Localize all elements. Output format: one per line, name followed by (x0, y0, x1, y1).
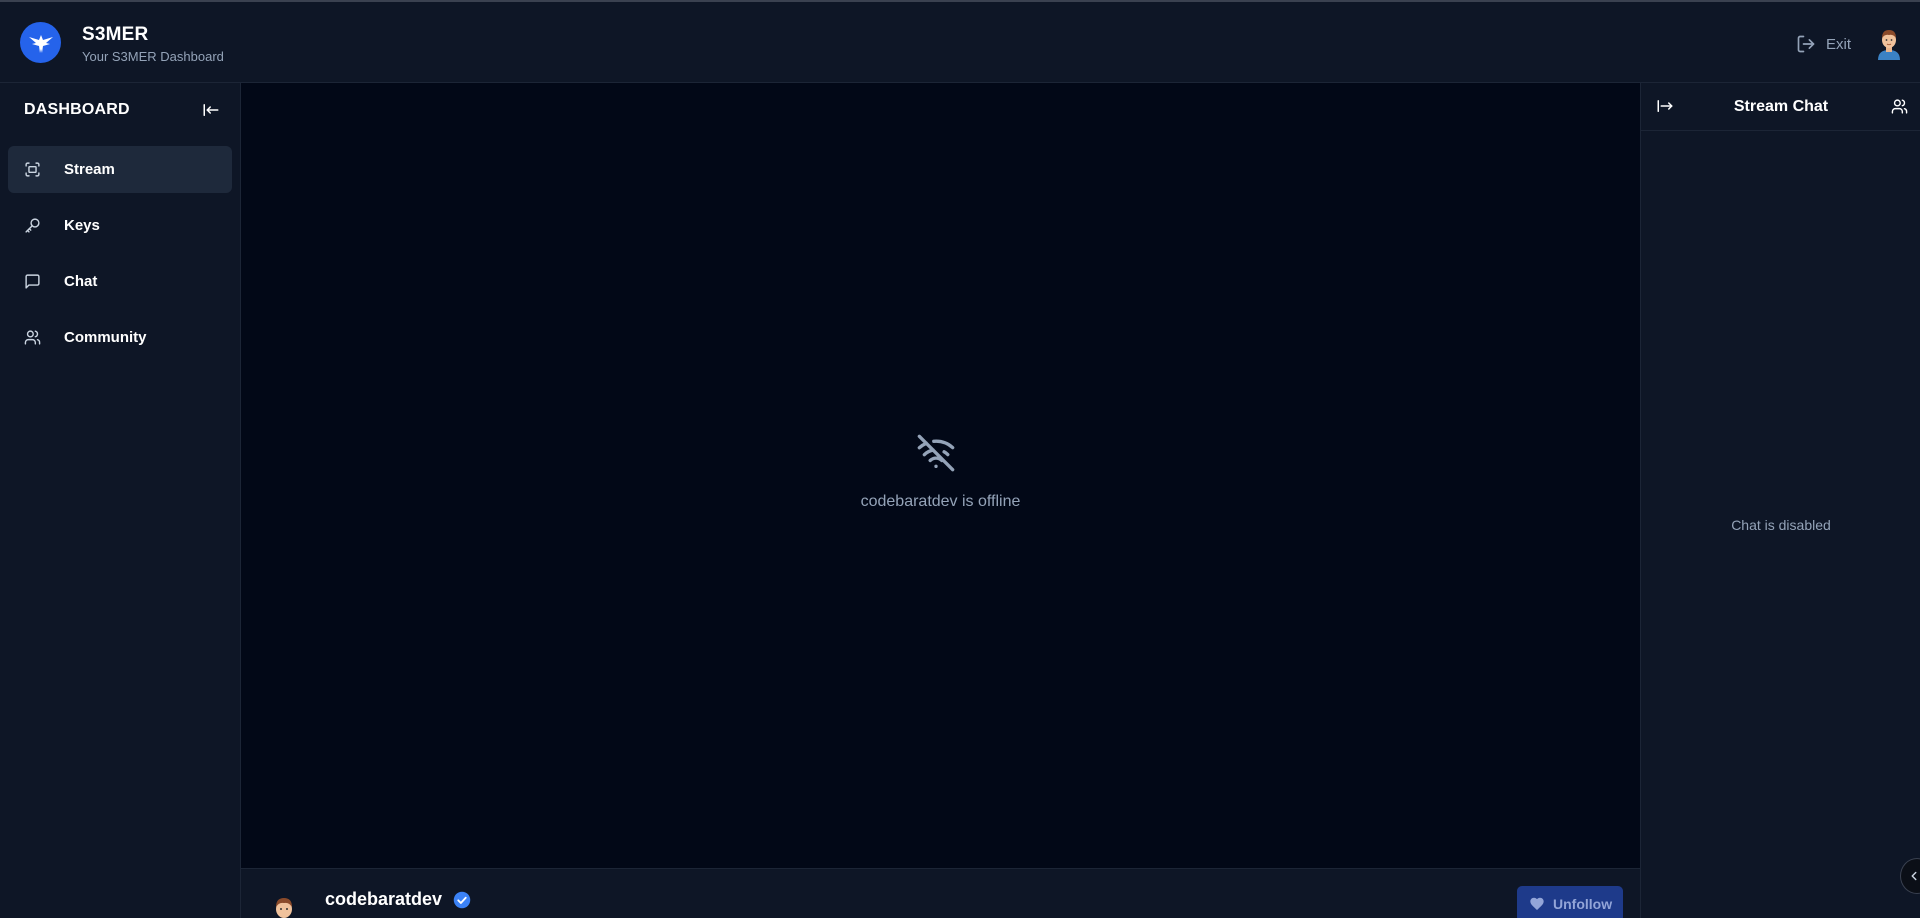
sidebar-item-keys[interactable]: Keys (8, 202, 232, 249)
community-button[interactable] (1891, 98, 1908, 115)
collapse-sidebar-button[interactable] (202, 101, 220, 119)
heart-icon (1530, 897, 1544, 910)
unfollow-button[interactable]: Unfollow (1517, 886, 1623, 918)
key-icon (25, 218, 40, 233)
top-navbar: S3MER Your S3MER Dashboard Exit (0, 2, 1920, 83)
sidebar-item-community[interactable]: Community (8, 314, 232, 361)
wifi-off-icon (917, 434, 955, 472)
sidebar-item-label: Community (64, 329, 147, 346)
users-icon (1891, 99, 1908, 114)
chevron-left-icon (1911, 871, 1917, 881)
stream-info-bar: codebaratdev Unfollow (241, 868, 1640, 918)
streamer-name[interactable]: codebaratdev (325, 889, 442, 910)
sidebar-heading: DASHBOARD (24, 101, 130, 118)
arrow-left-to-line-icon (203, 104, 219, 116)
user-avatar[interactable] (1874, 28, 1904, 60)
verified-badge-icon (453, 891, 471, 909)
scan-fullscreen-icon (25, 162, 40, 177)
sidebar-item-stream[interactable]: Stream (8, 146, 232, 193)
stream-player: codebaratdev is offline codebaratdev Unf… (241, 83, 1640, 918)
chat-status-text: Chat is disabled (1731, 517, 1831, 533)
log-out-icon (1797, 35, 1815, 53)
eagle-logo-icon[interactable] (20, 22, 61, 63)
exit-button[interactable]: Exit (1796, 32, 1851, 56)
streamer-avatar[interactable] (269, 895, 299, 918)
message-square-icon (25, 274, 40, 289)
stream-chat-panel: Stream Chat Chat is disabled (1640, 83, 1920, 918)
users-icon (24, 330, 41, 345)
sidebar-item-chat[interactable]: Chat (8, 258, 232, 305)
sidebar-item-label: Keys (64, 217, 100, 234)
exit-label: Exit (1826, 35, 1852, 53)
brand-subtitle: Your S3MER Dashboard (82, 49, 224, 64)
chat-header: Stream Chat (1641, 83, 1920, 131)
unfollow-label: Unfollow (1553, 896, 1613, 912)
sidebar-item-label: Stream (64, 161, 115, 178)
sidebar: DASHBOARD Stream Keys Chat Community (0, 83, 241, 918)
sidebar-item-label: Chat (64, 273, 98, 290)
chat-title: Stream Chat (1733, 98, 1829, 115)
brand-title: S3MER (82, 24, 149, 45)
offline-message: codebaratdev is offline (860, 493, 1021, 510)
